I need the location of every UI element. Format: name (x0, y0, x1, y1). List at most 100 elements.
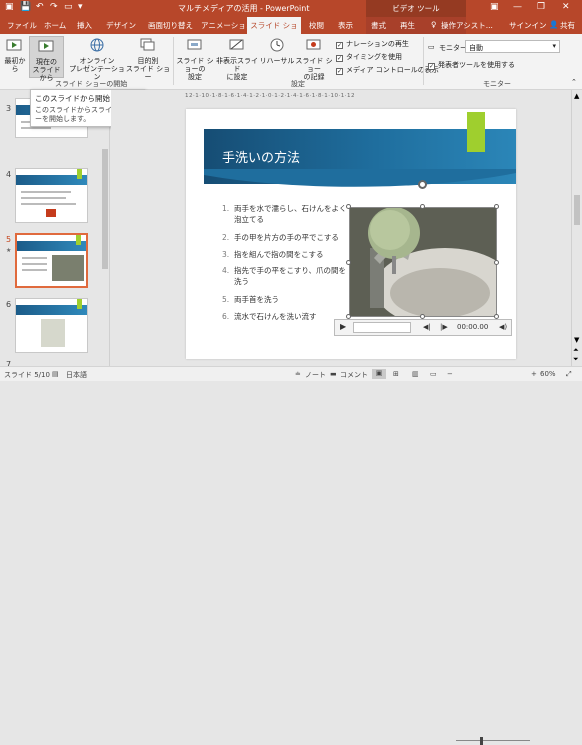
tab-animations[interactable]: アニメーション (201, 20, 253, 31)
rehearse-label: リハーサル (259, 57, 295, 65)
notes-button[interactable]: ノート (305, 370, 326, 380)
reading-view-icon[interactable]: ▥ (412, 370, 419, 378)
monitor-select[interactable]: 自動 ▾ (465, 40, 560, 53)
thumbnail-text-line (21, 203, 76, 205)
maximize-icon[interactable]: ❐ (537, 2, 545, 12)
slide-scrollbar[interactable]: ▲ ▼ ⏶ ⏷ (571, 90, 582, 366)
custom-slideshow-button[interactable]: 目的別 スライド ショー (124, 38, 172, 81)
monitor-value: 自動 (469, 44, 483, 52)
bullet-number: 5. (222, 295, 230, 304)
bullet-item[interactable]: 1. 両手を水で濡らし、石けんをよく泡立てる (222, 203, 347, 225)
resize-handle[interactable] (420, 204, 425, 209)
collapse-ribbon-icon[interactable]: ⌃ (571, 78, 577, 86)
start-from-beginning-icon[interactable]: ▭ (64, 2, 73, 12)
minimize-icon[interactable]: — (513, 2, 522, 12)
thumbnail-scrollbar[interactable] (101, 94, 109, 362)
next-slide-icon[interactable]: ⏷ (573, 355, 579, 364)
hide-label-2: に設定 (226, 73, 248, 81)
zoom-level[interactable]: 60% (540, 370, 556, 378)
zoom-out-icon[interactable]: − (447, 370, 453, 378)
tab-format[interactable]: 書式 (371, 20, 386, 31)
bullet-item[interactable]: 4. 指先で手の平をこすり、爪の間を洗う (222, 265, 347, 287)
fit-to-window-icon[interactable]: ⤢ (566, 370, 572, 379)
tab-home[interactable]: ホーム (44, 20, 66, 31)
zoom-in-icon[interactable]: + (531, 370, 537, 378)
from-current-slide-button[interactable]: 現在の スライドから (29, 36, 64, 82)
slide-title[interactable]: 手洗いの方法 (222, 147, 300, 166)
timings-label: タイミングを使用 (346, 53, 402, 61)
hide-slide-icon (229, 39, 244, 50)
comments-button[interactable]: コメント (340, 370, 368, 380)
zoom-slider-thumb[interactable] (480, 737, 483, 745)
slide-thumbnail-6[interactable] (15, 298, 88, 353)
close-icon[interactable]: ✕ (562, 2, 570, 12)
scrollbar-thumb[interactable] (574, 195, 580, 225)
step-forward-icon[interactable]: |▶ (440, 323, 448, 331)
language-indicator[interactable]: 日本語 (66, 370, 87, 380)
slide-thumbnail-4[interactable] (15, 168, 88, 223)
bullet-item[interactable]: 5. 両手首を洗う (222, 294, 347, 305)
use-timings-checkbox[interactable]: ✓ タイミングを使用 (336, 52, 402, 62)
hide-slide-button[interactable]: 非表示スライド に設定 (215, 38, 259, 81)
monitor-group-label: モニター (483, 80, 511, 88)
video-seek-bar[interactable] (353, 322, 411, 333)
step-back-icon[interactable]: ◀| (423, 323, 431, 331)
slide-canvas[interactable]: 手洗いの方法 1. 両手を水で濡らし、石けんをよく泡立てる 2. 手の甲を片方の手の… (186, 109, 516, 359)
tab-view[interactable]: 表示 (338, 20, 353, 31)
share-button[interactable]: 共有 (560, 20, 575, 31)
scroll-down-icon[interactable]: ▼ (574, 336, 579, 344)
spellcheck-icon[interactable]: ▤ (52, 370, 59, 378)
tab-design[interactable]: デザイン (106, 20, 136, 31)
thumbnail-accent (77, 169, 82, 179)
zoom-slider[interactable] (456, 740, 530, 741)
save-icon[interactable]: 💾 (20, 2, 31, 12)
tab-file[interactable]: ファイル (7, 20, 37, 31)
monitor-icon: ▭ (428, 43, 435, 51)
presenter-view-checkbox[interactable]: ✓ 発表者ツールを使用する (428, 60, 515, 70)
slide-count: スライド 5/10 (4, 371, 50, 379)
redo-icon[interactable]: ↷ (50, 2, 58, 12)
record-icon (306, 39, 321, 50)
resize-handle[interactable] (346, 204, 351, 209)
bullet-text: 流水で石けんを洗い流す (234, 312, 317, 321)
thumbnail-number: 3 (6, 104, 12, 113)
scroll-up-icon[interactable]: ▲ (574, 92, 579, 100)
play-icon[interactable]: ▶ (340, 322, 346, 331)
previous-slide-icon[interactable]: ⏶ (573, 346, 579, 355)
checkmark-icon: ✓ (336, 42, 343, 49)
custom-label-1: 目的別 (137, 57, 159, 65)
resize-handle[interactable] (494, 204, 499, 209)
slideshow-beginning-icon (6, 39, 22, 51)
slideshow-view-icon[interactable]: ▭ (430, 370, 437, 378)
resize-handle[interactable] (346, 260, 351, 265)
rotate-handle[interactable] (418, 180, 427, 189)
tab-transitions[interactable]: 画面切り替え (148, 20, 193, 31)
thumbnail-text-line (21, 197, 66, 199)
record-slideshow-button[interactable]: スライド ショー の記録 (292, 38, 336, 81)
tab-review[interactable]: 校閲 (309, 20, 324, 31)
normal-view-icon[interactable]: ▣ (372, 369, 386, 379)
slide-sorter-icon[interactable]: ⊞ (393, 370, 399, 378)
online-presentation-button[interactable]: オンライン プレゼンテーション (66, 38, 128, 81)
resize-handle[interactable] (494, 260, 499, 265)
tell-me-search[interactable]: 操作アシスト... (441, 20, 493, 31)
video-frame[interactable] (349, 207, 497, 317)
sign-in-link[interactable]: サインイン (509, 20, 547, 31)
bullet-item[interactable]: 2. 手の甲を片方の手の平でこする (222, 232, 347, 243)
customize-toolbar-icon[interactable]: ▾ (78, 2, 83, 12)
bullet-item[interactable]: 3. 指を組んで指の間をこする (222, 249, 347, 260)
scrollbar-thumb[interactable] (102, 149, 108, 269)
tab-insert[interactable]: 挿入 (77, 20, 92, 31)
volume-icon[interactable]: ◀) (499, 323, 507, 331)
slide-thumbnail-5[interactable] (15, 233, 88, 288)
media-controls-label: メディア コントロールの表示 (346, 66, 439, 74)
undo-icon[interactable]: ↶ (36, 2, 44, 12)
bullet-item[interactable]: 6. 流水で石けんを洗い流す (222, 311, 347, 322)
from-beginning-button[interactable]: 最初から (2, 38, 28, 73)
tab-playback[interactable]: 再生 (400, 20, 415, 31)
tab-slideshow[interactable]: スライド ショー (247, 17, 301, 47)
setup-slideshow-button[interactable]: スライド ショーの 設定 (175, 38, 215, 81)
rehearse-timings-button[interactable]: リハーサル (259, 38, 295, 65)
play-narrations-checkbox[interactable]: ✓ ナレーションの再生 (336, 39, 409, 49)
ribbon-display-options-icon[interactable]: ▣ (490, 2, 499, 12)
